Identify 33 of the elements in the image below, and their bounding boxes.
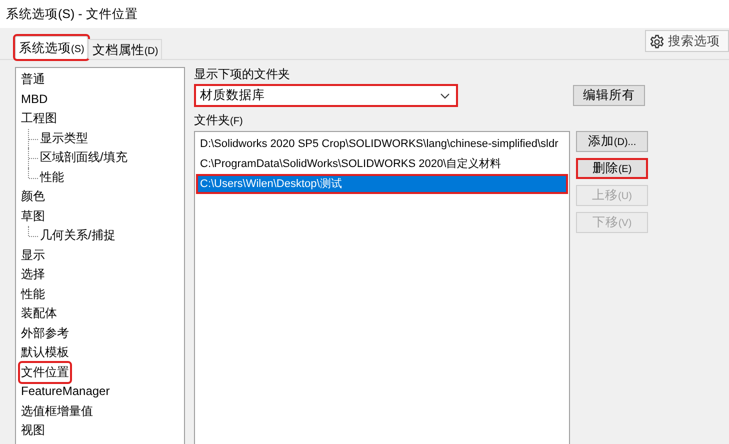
- window-title: 系统选项(S) - 文件位置: [6, 6, 138, 22]
- tree-item[interactable]: 装配体: [20, 304, 58, 324]
- tree-item[interactable]: 外部参考: [20, 324, 70, 343]
- tree-item[interactable]: 颜色: [20, 187, 46, 206]
- tree-item[interactable]: 草图: [20, 206, 46, 226]
- tab[interactable]: 系统选项(S): [15, 36, 88, 59]
- tree-item[interactable]: 性能: [39, 168, 65, 187]
- tree-item[interactable]: 文件位置: [20, 362, 70, 382]
- tree-item[interactable]: 选择: [20, 265, 46, 284]
- search-field[interactable]: 搜索选项: [645, 30, 729, 52]
- tree-item[interactable]: MBD: [20, 90, 49, 109]
- tree-item[interactable]: 普通: [20, 70, 46, 90]
- folder-path-item[interactable]: C:\ProgramData\SolidWorks\SOLIDWORKS 2020\自定义材料: [196, 154, 568, 174]
- folder-path-item[interactable]: D:\Solidworks 2020 SP5 Crop\SOLIDWORKS\lang\chinese-simplified\sldr: [196, 134, 568, 154]
- field-label: 文件夹(F): [194, 113, 243, 129]
- folder-action-button[interactable]: 添加(D)...: [576, 131, 648, 152]
- tree-item[interactable]: 显示: [20, 246, 46, 265]
- chevron-down-icon: [440, 92, 450, 98]
- tree-item[interactable]: 工程图: [20, 109, 58, 128]
- folder-action-button[interactable]: 删除(E): [576, 158, 648, 179]
- tree-item[interactable]: 选值框增量值: [20, 402, 94, 421]
- tree-item[interactable]: 几何关系/捕捉: [39, 226, 116, 246]
- tree-item[interactable]: 视图: [20, 421, 46, 440]
- tree-item[interactable]: 显示类型: [39, 128, 89, 148]
- tree-item[interactable]: 默认模板: [20, 343, 70, 362]
- folder-path-item[interactable]: C:\Users\Wilen\Desktop\测试: [196, 174, 568, 194]
- edit-all-button[interactable]: 编辑所有: [573, 85, 645, 106]
- tab[interactable]: 文档属性(D): [88, 39, 162, 59]
- tree-item[interactable]: FeatureManager: [20, 382, 111, 402]
- tree-item[interactable]: 性能: [20, 284, 46, 304]
- field-label: 显示下项的文件夹: [194, 67, 290, 81]
- tree-item[interactable]: 区域剖面线/填充: [39, 148, 128, 168]
- folder-type-dropdown[interactable]: 材质数据库: [194, 84, 458, 107]
